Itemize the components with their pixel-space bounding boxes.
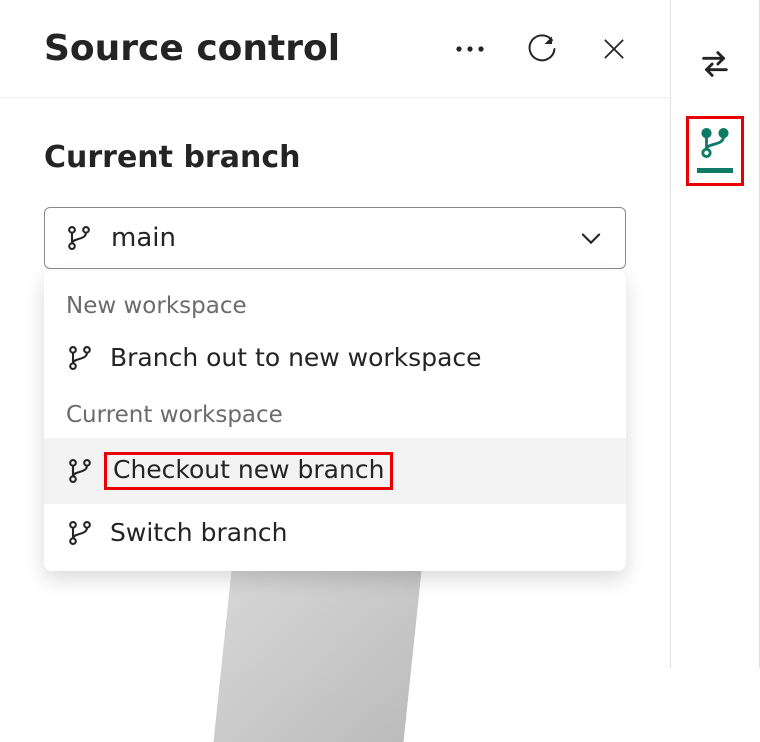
branch-dropdown-value: main <box>111 223 559 253</box>
rail-sync-button[interactable] <box>691 40 739 88</box>
menu-item-label: Switch branch <box>110 518 288 547</box>
branch-icon <box>66 457 94 485</box>
branch-dropdown-field[interactable]: main <box>44 207 626 269</box>
branch-icon <box>698 126 732 160</box>
panel-header: Source control <box>0 0 670 98</box>
panel-content: Current branch main New workspace <box>0 98 670 269</box>
section-heading: Current branch <box>44 140 626 175</box>
menu-group-label: New workspace <box>44 277 626 329</box>
chevron-down-icon <box>577 224 605 252</box>
refresh-icon <box>527 34 557 64</box>
rail-source-control-button[interactable] <box>686 116 744 186</box>
refresh-button[interactable] <box>526 33 558 65</box>
more-button[interactable] <box>454 33 486 65</box>
swap-arrows-icon <box>698 47 732 81</box>
branch-dropdown: main New workspace Branch out to new wor… <box>44 207 626 269</box>
right-rail <box>671 0 760 668</box>
active-underline <box>697 168 733 173</box>
panel-title: Source control <box>44 28 454 69</box>
branch-dropdown-menu: New workspace Branch out to new workspac… <box>44 271 626 571</box>
branch-icon <box>66 344 94 372</box>
header-actions <box>454 33 630 65</box>
branch-icon <box>66 519 94 547</box>
menu-item-switch-branch[interactable]: Switch branch <box>44 504 626 561</box>
main-panel: Source control <box>0 0 671 668</box>
menu-item-branch-out[interactable]: Branch out to new workspace <box>44 329 626 386</box>
menu-item-checkout-new-branch[interactable]: Checkout new branch <box>44 438 626 504</box>
close-icon <box>601 36 627 62</box>
close-button[interactable] <box>598 33 630 65</box>
ellipsis-icon <box>455 45 485 53</box>
menu-item-label: Branch out to new workspace <box>110 343 482 372</box>
branch-icon <box>65 224 93 252</box>
menu-group-label: Current workspace <box>44 386 626 438</box>
menu-item-label: Checkout new branch <box>104 452 393 490</box>
background-shape <box>213 542 424 742</box>
app-root: Source control <box>0 0 760 668</box>
